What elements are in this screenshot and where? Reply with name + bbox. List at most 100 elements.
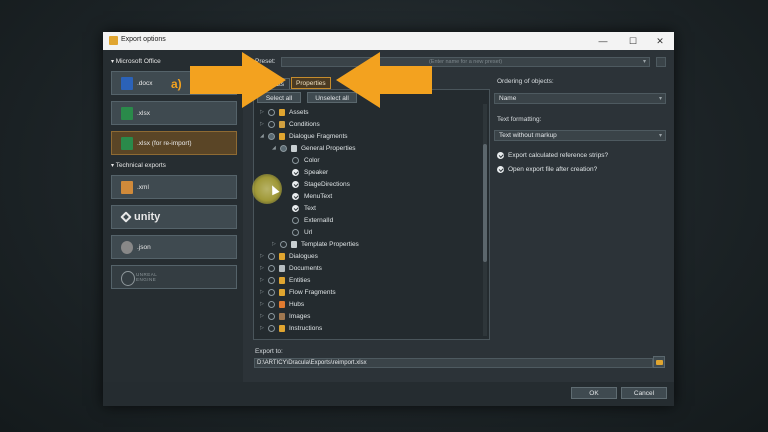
tree-row-externalid[interactable]: ExternalId — [259, 215, 484, 226]
export-xlsx-reimport-label: .xlsx (for re-import) — [137, 140, 192, 147]
export-json-button[interactable]: .json — [111, 235, 237, 259]
tree-row-assets[interactable]: ▷ Assets — [259, 107, 484, 118]
expand-arrow-icon[interactable]: ▷ — [260, 119, 264, 130]
checkbox[interactable] — [280, 241, 287, 248]
expand-arrow-icon[interactable]: ▷ — [260, 299, 264, 310]
checkbox[interactable] — [268, 301, 275, 308]
tree-row-stagedirections[interactable]: StageDirections — [259, 179, 484, 190]
checkbox[interactable] — [268, 325, 275, 332]
tree-row-dialogue-fragments[interactable]: ◢ Dialogue Fragments — [259, 131, 484, 142]
tree-row-instructions[interactable]: ▷ Instructions — [259, 323, 484, 334]
excel-icon — [121, 107, 133, 120]
tree-row-speaker[interactable]: Speaker — [259, 167, 484, 178]
flow-fragment-icon — [279, 289, 285, 296]
tree-label: General Properties — [301, 145, 356, 152]
checkbox[interactable] — [292, 217, 299, 224]
tree-label: Dialogues — [289, 253, 318, 260]
expand-arrow-icon[interactable]: ▷ — [260, 323, 264, 334]
tree-label: Text — [304, 205, 316, 212]
save-preset-button[interactable] — [656, 57, 666, 67]
properties-icon — [291, 241, 297, 248]
checkbox-checked[interactable] — [292, 193, 299, 200]
checkbox[interactable] — [292, 229, 299, 236]
tree-label: Documents — [289, 265, 322, 272]
expand-arrow-icon[interactable]: ▷ — [260, 107, 264, 118]
unreal-engine-icon — [121, 271, 135, 286]
export-path-field[interactable]: D:\ARTICY\Dracula\Exports\reimport.xlsx — [254, 358, 653, 368]
tree-row-color[interactable]: Color — [259, 155, 484, 166]
close-button[interactable]: ✕ — [649, 34, 671, 48]
dialogue-icon — [279, 253, 285, 260]
tree-label: Url — [304, 229, 313, 236]
tree-label: Assets — [289, 109, 309, 116]
expand-arrow-icon[interactable]: ▷ — [260, 287, 264, 298]
checkbox[interactable] — [268, 265, 275, 272]
checkbox-checked[interactable] — [497, 152, 504, 159]
folder-icon — [279, 109, 285, 116]
tree-row-general-properties[interactable]: ◢ General Properties — [259, 143, 484, 154]
maximize-button[interactable]: ☐ — [622, 34, 644, 48]
hub-icon — [279, 301, 285, 308]
expand-arrow-icon[interactable]: ▷ — [260, 275, 264, 286]
option-label: Open export file after creation? — [508, 166, 598, 173]
tree-row-conditions[interactable]: ▷ Conditions — [259, 119, 484, 130]
expand-arrow-icon[interactable]: ▷ — [260, 251, 264, 262]
document-icon — [279, 265, 285, 272]
window-title: Export options — [121, 36, 166, 43]
export-xlsx-reimport-button[interactable]: .xlsx (for re-import) — [111, 131, 237, 155]
properties-tree: ▷ Assets ▷ Conditions ◢ Dialogue Fragmen… — [259, 106, 484, 336]
checkbox[interactable] — [268, 253, 275, 260]
checkbox-partial[interactable] — [268, 133, 275, 140]
checkbox[interactable] — [268, 277, 275, 284]
checkbox[interactable] — [268, 313, 275, 320]
collapse-arrow-icon[interactable]: ◢ — [272, 143, 276, 154]
checkbox[interactable] — [268, 121, 275, 128]
tree-label: MenuText — [304, 193, 333, 200]
checkbox-checked[interactable] — [292, 169, 299, 176]
export-xml-button[interactable]: .xml — [111, 175, 237, 199]
checkbox[interactable] — [292, 157, 299, 164]
ok-button[interactable]: OK — [571, 387, 617, 399]
tree-label: Entities — [289, 277, 311, 284]
checkbox-partial[interactable] — [280, 145, 287, 152]
export-unity-button[interactable]: unity — [111, 205, 237, 229]
tree-row-text[interactable]: Text — [259, 203, 484, 214]
expand-arrow-icon[interactable]: ▷ — [272, 239, 276, 250]
annotation-a: a) — [171, 77, 182, 91]
unreal-engine-label: UNREAL ENGINE — [136, 272, 158, 282]
expand-arrow-icon[interactable]: ▷ — [260, 311, 264, 322]
tree-row-documents[interactable]: ▷ Documents — [259, 263, 484, 274]
export-unreal-button[interactable]: UNREAL ENGINE — [111, 265, 237, 289]
tree-row-url[interactable]: Url — [259, 227, 484, 238]
chevron-down-icon: ▾ — [658, 96, 662, 102]
ordering-select[interactable]: Name ▾ — [494, 93, 666, 104]
checkbox[interactable] — [268, 109, 275, 116]
tree-label: Instructions — [289, 325, 323, 332]
cancel-button[interactable]: Cancel — [621, 387, 667, 399]
collapse-arrow-icon[interactable]: ◢ — [260, 131, 264, 142]
entity-icon — [279, 277, 285, 284]
tree-scrollbar[interactable] — [483, 104, 487, 336]
tree-row-hubs[interactable]: ▷ Hubs — [259, 299, 484, 310]
minimize-button[interactable]: — — [592, 34, 614, 48]
checkbox-checked[interactable] — [497, 166, 504, 173]
tree-row-flow-fragments[interactable]: ▷ Flow Fragments — [259, 287, 484, 298]
browse-folder-button[interactable] — [653, 356, 665, 368]
export-json-label: .json — [137, 244, 151, 251]
checkbox-checked[interactable] — [292, 181, 299, 188]
xml-icon — [121, 181, 133, 194]
tree-row-entities[interactable]: ▷ Entities — [259, 275, 484, 286]
tree-label: Hubs — [289, 301, 305, 308]
tab-properties[interactable]: Properties — [291, 77, 331, 89]
tree-row-menutext[interactable]: MenuText — [259, 191, 484, 202]
checkbox-checked[interactable] — [292, 205, 299, 212]
unity-icon — [120, 211, 132, 223]
tree-row-dialogues[interactable]: ▷ Dialogues — [259, 251, 484, 262]
checkbox[interactable] — [268, 289, 275, 296]
tree-label: Template Properties — [301, 241, 359, 248]
formatting-select[interactable]: Text without markup ▾ — [494, 130, 666, 141]
tree-row-template-properties[interactable]: ▷ Template Properties — [259, 239, 484, 250]
scrollbar-thumb[interactable] — [483, 144, 487, 262]
expand-arrow-icon[interactable]: ▷ — [260, 263, 264, 274]
tree-row-images[interactable]: ▷ Images — [259, 311, 484, 322]
